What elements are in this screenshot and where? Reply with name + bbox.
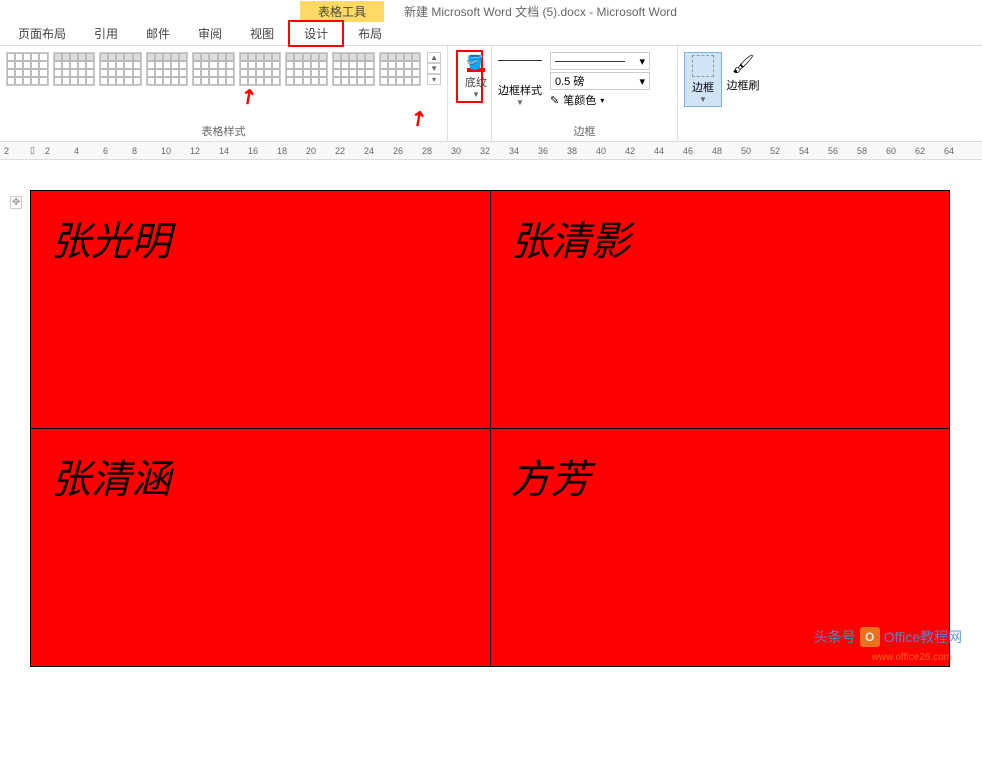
chevron-down-icon: ▼ (699, 95, 707, 104)
shading-button[interactable]: 🪣 底纹 ▼ (460, 54, 492, 99)
table-style-2[interactable] (99, 52, 142, 86)
horizontal-ruler[interactable]: 2 ▯ 2 4 6 8 10 12 14 16 18 20 22 24 26 2… (0, 142, 982, 160)
watermark-url: www.office26.com (872, 652, 952, 663)
table-style-1[interactable] (53, 52, 96, 86)
border-weight-dropdown[interactable]: 0.5 磅▾ (550, 72, 650, 90)
group-label-table-styles: 表格样式 (0, 123, 447, 139)
group-border-style: 边框样式 ▼ ▾ 0.5 磅▾ ✎ 笔颜色 ▾ 边框 (492, 46, 678, 141)
table-cell[interactable]: 张光明 (31, 191, 491, 429)
table-cell[interactable]: 张清影 (490, 191, 950, 429)
border-style-label: 边框样式 (498, 82, 542, 98)
pen-color-button[interactable]: ✎ 笔颜色 ▾ (550, 92, 650, 108)
chevron-down-icon[interactable]: ▼ (472, 90, 480, 99)
group-table-styles: ▲ ▼ ▾ ↗ ↗ 表格样式 (0, 46, 448, 141)
gallery-up-icon[interactable]: ▲ (427, 52, 441, 63)
document-title: 新建 Microsoft Word 文档 (5).docx - Microsof… (404, 3, 677, 20)
context-tab-table-tools[interactable]: 表格工具 (300, 1, 384, 22)
table-row: 张光明 张清影 (31, 191, 950, 429)
table-cell[interactable]: 张清涵 (31, 429, 491, 667)
border-style-sample[interactable] (498, 60, 542, 76)
tab-view[interactable]: 视图 (236, 22, 288, 45)
chevron-down-icon[interactable]: ▼ (516, 98, 524, 107)
tab-references[interactable]: 引用 (80, 22, 132, 45)
table-style-3[interactable] (146, 52, 189, 86)
brush-icon: 🖌 (732, 54, 755, 75)
group-label-borders: 边框 (492, 123, 677, 139)
ribbon-tab-strip: 页面布局 引用 邮件 审阅 视图 设计 布局 (0, 22, 982, 46)
group-border-buttons: 边框 ▼ 🖌 边框刷 (678, 46, 768, 141)
table-row: 张清涵 方芳 (31, 429, 950, 667)
tab-layout[interactable]: 布局 (344, 22, 396, 45)
table-style-6[interactable] (285, 52, 328, 86)
table-style-5[interactable] (239, 52, 282, 86)
ribbon: ▲ ▼ ▾ ↗ ↗ 表格样式 🪣 底纹 ▼ 边框样式 (0, 46, 982, 142)
table-style-4[interactable] (192, 52, 235, 86)
tab-mailings[interactable]: 邮件 (132, 22, 184, 45)
title-bar: 表格工具 新建 Microsoft Word 文档 (5).docx - Mic… (0, 0, 982, 22)
table-style-plain[interactable] (6, 52, 49, 86)
table-style-7[interactable] (332, 52, 375, 86)
table-anchor-icon[interactable]: ✥ (10, 196, 22, 209)
watermark: 头条号 O Office教程网 (814, 627, 962, 647)
tab-design[interactable]: 设计 (288, 20, 344, 47)
group-shading: 🪣 底纹 ▼ (448, 46, 492, 141)
shading-label: 底纹 (465, 74, 487, 90)
borders-button[interactable]: 边框 ▼ (684, 52, 722, 107)
gallery-down-icon[interactable]: ▼ (427, 63, 441, 74)
paint-bucket-icon: 🪣 (466, 54, 483, 70)
border-painter-button[interactable]: 🖌 边框刷 (724, 52, 762, 107)
tab-page-layout[interactable]: 页面布局 (4, 22, 80, 45)
gallery-more-icon[interactable]: ▾ (427, 74, 441, 85)
pen-icon: ✎ (550, 94, 559, 107)
office-badge-icon: O (860, 627, 880, 647)
word-table[interactable]: 张光明 张清影 张清涵 方芳 (30, 190, 950, 667)
tab-review[interactable]: 审阅 (184, 22, 236, 45)
table-styles-gallery: ▲ ▼ ▾ (6, 48, 441, 86)
border-line-style-dropdown[interactable]: ▾ (550, 52, 650, 70)
table-style-8[interactable] (379, 52, 422, 86)
document-canvas[interactable]: ✥ 张光明 张清影 张清涵 方芳 头条号 O Office教程网 www.off… (0, 160, 982, 667)
borders-icon (692, 55, 714, 77)
